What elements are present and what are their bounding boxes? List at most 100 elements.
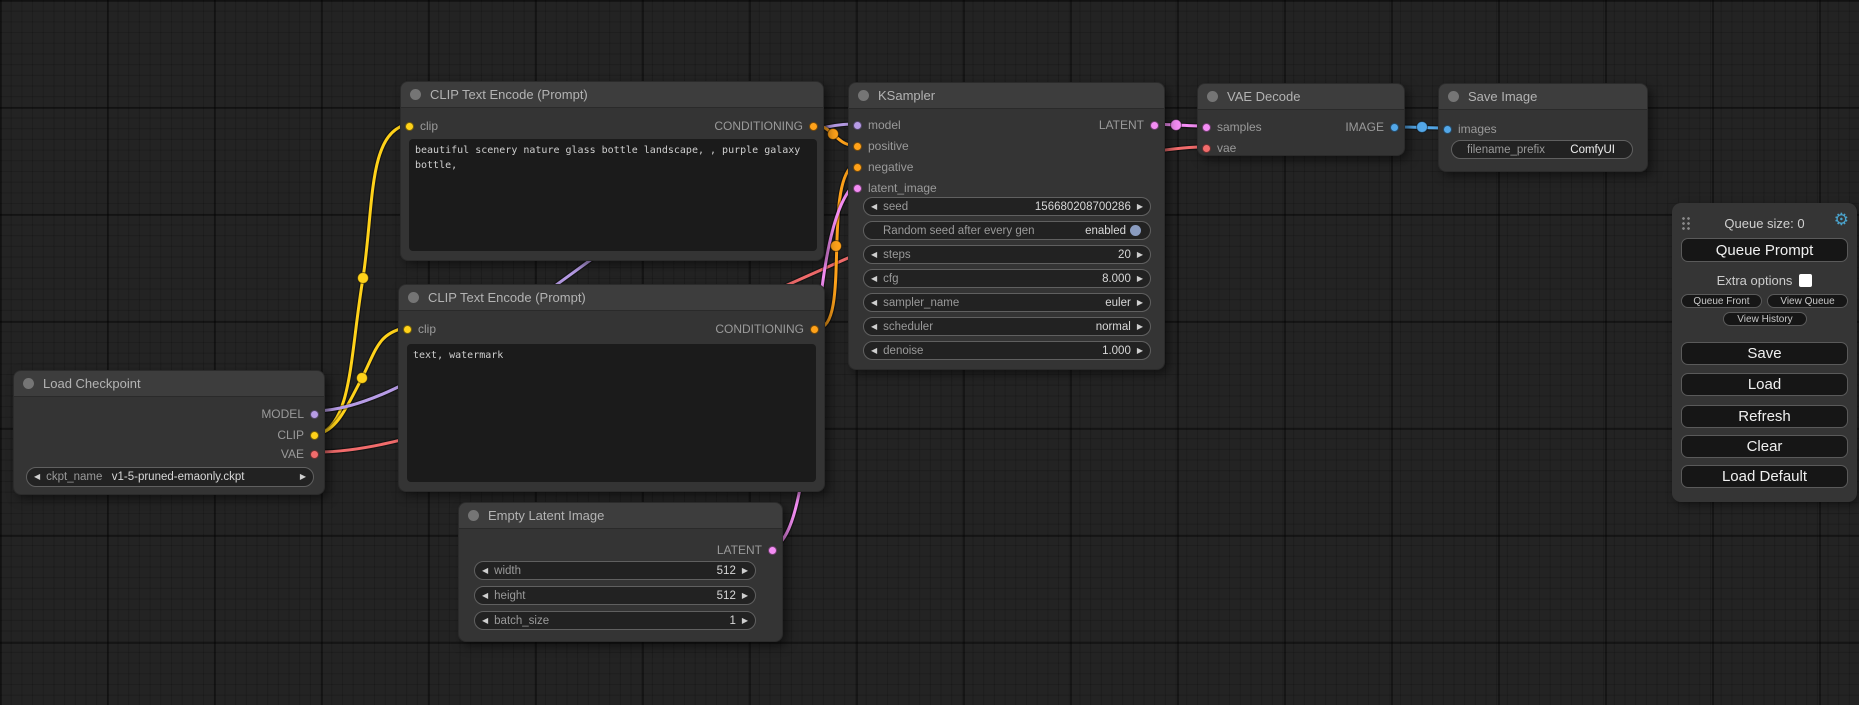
input-slot-vae[interactable]: vae bbox=[1202, 139, 1236, 157]
decrement-arrow-icon[interactable]: ◀ bbox=[871, 251, 877, 259]
settings-gear-icon[interactable]: ⚙ bbox=[1834, 211, 1849, 228]
batch-size-widget[interactable]: ◀ batch_size 1 ▶ bbox=[474, 611, 756, 630]
input-slot-negative[interactable]: negative bbox=[853, 158, 913, 176]
decrement-arrow-icon[interactable]: ◀ bbox=[871, 347, 877, 355]
latent-slot-icon[interactable] bbox=[768, 546, 777, 555]
model-slot-icon[interactable] bbox=[310, 410, 319, 419]
cfg-widget[interactable]: ◀ cfg 8.000 ▶ bbox=[863, 269, 1151, 288]
increment-arrow-icon[interactable]: ▶ bbox=[1137, 203, 1143, 211]
clip-slot-icon[interactable] bbox=[405, 122, 414, 131]
node-load-checkpoint-titlebar[interactable]: Load Checkpoint bbox=[14, 371, 324, 397]
node-clip-negative-titlebar[interactable]: CLIP Text Encode (Prompt) bbox=[399, 285, 824, 311]
input-slot-latent-image[interactable]: latent_image bbox=[853, 179, 937, 197]
collapse-dot-icon[interactable] bbox=[468, 510, 479, 521]
increment-arrow-icon[interactable]: ▶ bbox=[1137, 275, 1143, 283]
increment-arrow-icon[interactable]: ▶ bbox=[1137, 251, 1143, 259]
node-clip-text-encode-negative[interactable]: CLIP Text Encode (Prompt) clip CONDITION… bbox=[398, 284, 825, 492]
steps-widget[interactable]: ◀ steps 20 ▶ bbox=[863, 245, 1151, 264]
height-widget[interactable]: ◀ height 512 ▶ bbox=[474, 586, 756, 605]
node-ksampler[interactable]: KSampler model positive negative latent_… bbox=[848, 82, 1165, 370]
save-button[interactable]: Save bbox=[1681, 342, 1848, 365]
image-slot-icon[interactable] bbox=[1390, 123, 1399, 132]
decrement-arrow-icon[interactable]: ◀ bbox=[482, 567, 488, 575]
collapse-dot-icon[interactable] bbox=[858, 90, 869, 101]
random-seed-toggle-widget[interactable]: Random seed after every gen enabled bbox=[863, 221, 1151, 240]
output-slot-clip[interactable]: CLIP bbox=[277, 426, 319, 444]
output-slot-latent[interactable]: LATENT bbox=[1099, 116, 1159, 134]
clip-slot-icon[interactable] bbox=[403, 325, 412, 334]
positive-prompt-textarea[interactable]: beautiful scenery nature glass bottle la… bbox=[409, 139, 817, 251]
increment-arrow-icon[interactable]: ▶ bbox=[742, 592, 748, 600]
collapse-dot-icon[interactable] bbox=[410, 89, 421, 100]
latent-slot-icon[interactable] bbox=[1150, 121, 1159, 130]
decrement-arrow-icon[interactable]: ◀ bbox=[871, 275, 877, 283]
node-empty-latent-image[interactable]: Empty Latent Image LATENT ◀ width 512 ▶ … bbox=[458, 502, 783, 642]
decrement-arrow-icon[interactable]: ◀ bbox=[871, 299, 877, 307]
seed-widget[interactable]: ◀ seed 156680208700286 ▶ bbox=[863, 197, 1151, 216]
increment-arrow-icon[interactable]: ▶ bbox=[742, 567, 748, 575]
collapse-dot-icon[interactable] bbox=[1448, 91, 1459, 102]
clip-slot-icon[interactable] bbox=[310, 431, 319, 440]
negative-prompt-textarea[interactable]: text, watermark bbox=[407, 344, 816, 482]
denoise-widget[interactable]: ◀ denoise 1.000 ▶ bbox=[863, 341, 1151, 360]
vae-slot-icon[interactable] bbox=[1202, 144, 1211, 153]
output-slot-conditioning[interactable]: CONDITIONING bbox=[715, 320, 819, 338]
drag-handle-icon[interactable] bbox=[1681, 216, 1691, 230]
decrement-arrow-icon[interactable]: ◀ bbox=[871, 203, 877, 211]
vae-slot-icon[interactable] bbox=[310, 450, 319, 459]
node-vae-decode[interactable]: VAE Decode samples vae IMAGE bbox=[1197, 83, 1405, 156]
view-queue-button[interactable]: View Queue bbox=[1767, 294, 1848, 308]
image-slot-icon[interactable] bbox=[1443, 125, 1452, 134]
conditioning-slot-icon[interactable] bbox=[809, 122, 818, 131]
decrement-arrow-icon[interactable]: ◀ bbox=[871, 323, 877, 331]
increment-arrow-icon[interactable]: ▶ bbox=[1137, 323, 1143, 331]
node-clip-positive-titlebar[interactable]: CLIP Text Encode (Prompt) bbox=[401, 82, 823, 108]
extra-options-checkbox[interactable] bbox=[1799, 274, 1812, 287]
load-default-button[interactable]: Load Default bbox=[1681, 465, 1848, 488]
increment-arrow-icon[interactable]: ▶ bbox=[742, 617, 748, 625]
width-widget[interactable]: ◀ width 512 ▶ bbox=[474, 561, 756, 580]
node-ksampler-titlebar[interactable]: KSampler bbox=[849, 83, 1164, 109]
output-slot-vae[interactable]: VAE bbox=[281, 445, 319, 463]
increment-arrow-icon[interactable]: ▶ bbox=[1137, 347, 1143, 355]
input-slot-model[interactable]: model bbox=[853, 116, 901, 134]
output-slot-image[interactable]: IMAGE bbox=[1345, 118, 1399, 136]
latent-slot-icon[interactable] bbox=[1202, 123, 1211, 132]
input-slot-positive[interactable]: positive bbox=[853, 137, 909, 155]
scheduler-widget[interactable]: ◀ scheduler normal ▶ bbox=[863, 317, 1151, 336]
comfyui-canvas[interactable]: { "colors": { "model": "#b79ce6", "clip"… bbox=[0, 0, 1859, 705]
increment-arrow-icon[interactable]: ▶ bbox=[1137, 299, 1143, 307]
input-slot-clip[interactable]: clip bbox=[403, 320, 436, 338]
input-slot-samples[interactable]: samples bbox=[1202, 118, 1262, 136]
node-load-checkpoint[interactable]: Load Checkpoint MODEL CLIP VAE ◀ ckpt_na… bbox=[13, 370, 325, 495]
clear-button[interactable]: Clear bbox=[1681, 435, 1848, 458]
sampler-name-widget[interactable]: ◀ sampler_name euler ▶ bbox=[863, 293, 1151, 312]
ckpt-name-widget[interactable]: ◀ ckpt_name v1-5-pruned-emaonly.ckpt ▶ bbox=[26, 467, 314, 487]
input-slot-clip[interactable]: clip bbox=[405, 117, 438, 135]
refresh-button[interactable]: Refresh bbox=[1681, 405, 1848, 428]
input-slot-images[interactable]: images bbox=[1443, 120, 1497, 138]
collapse-dot-icon[interactable] bbox=[408, 292, 419, 303]
queue-prompt-button[interactable]: Queue Prompt bbox=[1681, 238, 1848, 262]
load-button[interactable]: Load bbox=[1681, 373, 1848, 396]
output-slot-latent[interactable]: LATENT bbox=[717, 541, 777, 559]
node-save-image[interactable]: Save Image images filename_prefix ComfyU… bbox=[1438, 83, 1648, 172]
latent-slot-icon[interactable] bbox=[853, 184, 862, 193]
collapse-dot-icon[interactable] bbox=[1207, 91, 1218, 102]
node-vae-decode-titlebar[interactable]: VAE Decode bbox=[1198, 84, 1404, 110]
node-empty-latent-titlebar[interactable]: Empty Latent Image bbox=[459, 503, 782, 529]
model-slot-icon[interactable] bbox=[853, 121, 862, 130]
queue-front-button[interactable]: Queue Front bbox=[1681, 294, 1762, 308]
conditioning-slot-icon[interactable] bbox=[853, 163, 862, 172]
decrement-arrow-icon[interactable]: ◀ bbox=[482, 592, 488, 600]
view-history-button[interactable]: View History bbox=[1723, 312, 1807, 326]
conditioning-slot-icon[interactable] bbox=[853, 142, 862, 151]
conditioning-slot-icon[interactable] bbox=[810, 325, 819, 334]
increment-arrow-icon[interactable]: ▶ bbox=[300, 473, 306, 481]
output-slot-conditioning[interactable]: CONDITIONING bbox=[714, 117, 818, 135]
node-clip-text-encode-positive[interactable]: CLIP Text Encode (Prompt) clip CONDITION… bbox=[400, 81, 824, 261]
decrement-arrow-icon[interactable]: ◀ bbox=[34, 473, 40, 481]
collapse-dot-icon[interactable] bbox=[23, 378, 34, 389]
output-slot-model[interactable]: MODEL bbox=[261, 405, 319, 423]
node-save-image-titlebar[interactable]: Save Image bbox=[1439, 84, 1647, 110]
